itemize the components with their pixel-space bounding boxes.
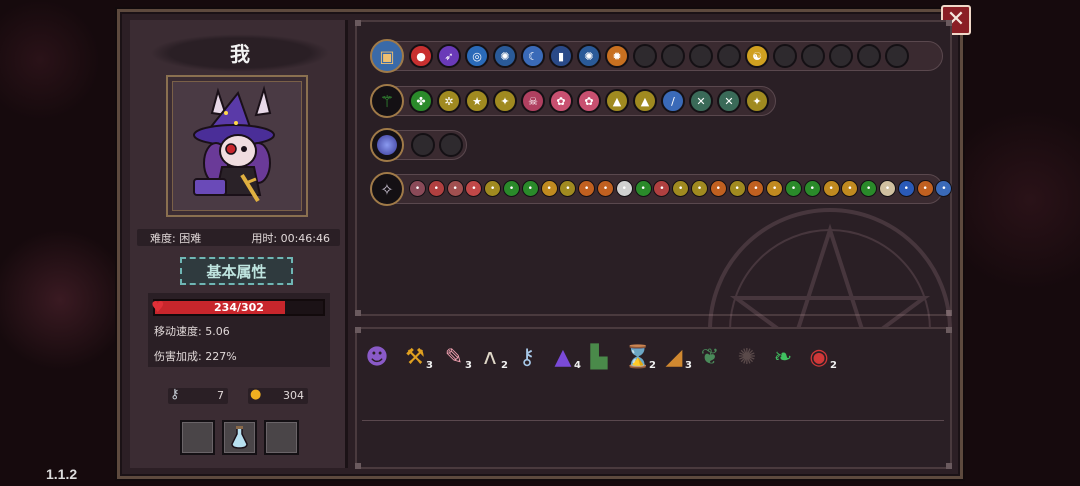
staff-icon[interactable]: ⚚ (370, 84, 404, 118)
passive-skill-icon[interactable]: • (803, 180, 821, 197)
empty-skill-slot[interactable] (411, 133, 435, 157)
item-count: 3 (465, 360, 472, 371)
item-count: 2 (830, 360, 837, 371)
passive-skill-icon[interactable]: • (691, 180, 708, 197)
empty-skill-slot[interactable] (717, 44, 741, 68)
item-count: 3 (685, 360, 692, 371)
passive-skill-icon[interactable]: • (521, 180, 539, 197)
passive-skill-icon[interactable]: • (634, 180, 652, 197)
passive-skill-icon[interactable]: • (728, 180, 746, 197)
leaf-icon[interactable]: ❧ (766, 340, 800, 374)
splash-icon[interactable]: ✺ (577, 44, 601, 68)
passive-skill-icon[interactable]: • (446, 180, 464, 197)
empty-skill-slot[interactable] (885, 44, 909, 68)
dragon-icon[interactable]: ❦ (693, 340, 727, 374)
orb-icon[interactable] (370, 128, 404, 162)
key-icon[interactable]: ⚷ (510, 340, 544, 374)
passive-skill-icon[interactable]: • (615, 180, 633, 197)
clover-icon[interactable]: ✤ (409, 89, 433, 113)
witch-face-icon[interactable]: ☻ (360, 340, 394, 374)
passive-skill-icon[interactable]: • (822, 180, 840, 197)
empty-skill-slot[interactable] (829, 44, 853, 68)
swords-icon[interactable]: ✕ (717, 89, 741, 113)
coins-counter: ● 304 (248, 387, 308, 404)
consumable-slot-1[interactable] (180, 420, 215, 455)
sparkle-icon[interactable]: ✦ (493, 89, 517, 113)
passive-skill-icon[interactable]: • (540, 180, 558, 197)
hp-bar: ♥ 234/302 (151, 298, 325, 316)
item-count: 3 (426, 360, 433, 371)
basic-attributes-button[interactable]: 基本属性 (180, 257, 293, 285)
passive-skill-icon[interactable]: • (785, 180, 802, 197)
bottle-icon[interactable]: ▮ (549, 44, 573, 68)
star-icon[interactable]: ★ (465, 89, 489, 113)
empty-skill-slot[interactable] (661, 44, 685, 68)
key-icon: ⚷ (170, 387, 180, 402)
boot-icon[interactable]: ▙ (582, 340, 616, 374)
passive-skill-icon[interactable]: • (879, 180, 896, 197)
passive-skill-icon[interactable]: • (409, 180, 426, 197)
bomb-icon[interactable]: ● (409, 44, 433, 68)
flower-icon[interactable]: ✿ (549, 89, 573, 113)
character-portrait (166, 75, 308, 217)
skull-icon[interactable]: ☠ (521, 89, 545, 113)
empty-skill-slot[interactable] (633, 44, 657, 68)
arrow-up-icon[interactable]: ▲ (605, 89, 629, 113)
empty-skill-slot[interactable] (857, 44, 881, 68)
witch-character-icon (193, 85, 275, 203)
run-info-bar: 难度: 困难 用时: 00:46:46 (137, 229, 340, 246)
move-speed-label: 移动速度: 5.06 (154, 325, 230, 338)
empty-skill-slot[interactable] (773, 44, 797, 68)
swords-icon[interactable]: ✕ (689, 89, 713, 113)
items-divider (362, 420, 944, 421)
empty-skill-slot[interactable] (801, 44, 825, 68)
passive-skill-icon[interactable]: • (503, 180, 520, 197)
empty-skill-slot[interactable] (439, 133, 463, 157)
splash-icon[interactable]: ✺ (493, 44, 517, 68)
elapsed-time-label: 用时: 00:46:46 (251, 232, 330, 245)
arrow-icon[interactable]: ➶ (437, 44, 461, 68)
passive-skill-icon[interactable]: • (427, 180, 445, 197)
difficulty-label: 难度: 困难 (150, 232, 202, 245)
rune-icon[interactable]: ✧ (370, 172, 404, 206)
item-count: 2 (649, 360, 656, 371)
chest-icon[interactable]: ▣ (370, 39, 404, 73)
yinyang-icon[interactable]: ☯ (745, 44, 769, 68)
passive-skill-icon[interactable]: • (897, 180, 915, 197)
passive-skill-icon[interactable]: • (709, 180, 727, 197)
passive-skill-icon[interactable]: • (597, 180, 614, 197)
sparkle-icon[interactable]: ✦ (745, 89, 769, 113)
consumable-slot-3[interactable] (264, 420, 299, 455)
gear-icon[interactable]: ✲ (437, 89, 461, 113)
damage-bonus-label: 伤害加成: 227% (154, 350, 237, 363)
fire-icon[interactable]: ✹ (605, 44, 629, 68)
hp-text: 234/302 (214, 301, 264, 314)
mane-icon[interactable]: ✺ (730, 340, 764, 374)
coin-icon: ● (250, 387, 262, 402)
spiral-icon[interactable]: ◎ (465, 44, 489, 68)
item-count: 2 (501, 360, 508, 371)
moon-icon[interactable]: ☾ (521, 44, 545, 68)
flower-icon[interactable]: ✿ (577, 89, 601, 113)
version-label: 1.1.2 (46, 466, 78, 482)
passive-skill-icon[interactable]: • (916, 180, 934, 197)
blade-icon[interactable]: / (661, 89, 685, 113)
consumable-slot-2[interactable] (222, 420, 257, 455)
potion-icon (231, 426, 248, 449)
arrow-up-icon[interactable]: ▲ (633, 89, 657, 113)
keys-counter: ⚷ 7 (168, 387, 228, 404)
empty-skill-slot[interactable] (689, 44, 713, 68)
keys-value: 7 (217, 389, 224, 402)
player-name: 我 (230, 42, 250, 66)
item-count: 4 (574, 360, 581, 371)
coins-value: 304 (283, 389, 304, 402)
